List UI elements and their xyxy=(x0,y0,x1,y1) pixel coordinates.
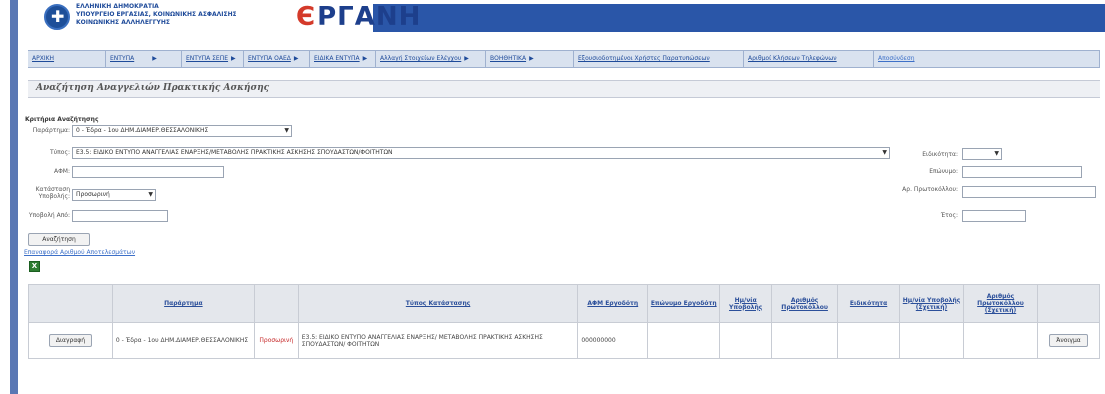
status-label: Κατάσταση Υποβολής: xyxy=(35,186,70,200)
specialty-select[interactable]: ▼ xyxy=(962,148,1002,160)
ergani-logo-text: ΡΓΑΝΗ xyxy=(317,2,422,32)
chevron-down-icon: ▼ xyxy=(284,127,289,134)
col-header-action xyxy=(28,284,113,323)
date-from-input[interactable] xyxy=(72,210,168,222)
open-button[interactable]: Άνοιγμα xyxy=(1049,334,1088,347)
surname-label: Επώνυμο: xyxy=(929,168,958,175)
menu-arrow-icon: ▶ xyxy=(362,55,368,62)
type-label: Τύπος: xyxy=(50,149,70,156)
chevron-down-icon: ▼ xyxy=(994,150,999,157)
delete-button[interactable]: Διαγραφή xyxy=(48,334,93,347)
menu-item-phone-numbers[interactable]: Αριθμοί Κλήσεων Τηλεφώνων xyxy=(744,51,874,67)
menu-arrow-icon: ▶ xyxy=(464,55,469,62)
menu-item-authorized-users[interactable]: Εξουσιοδοτημένοι Χρήστες Παρατυπώσεων xyxy=(574,51,744,67)
search-button[interactable]: Αναζήτηση xyxy=(28,233,90,246)
left-accent-bar xyxy=(10,0,18,394)
main-menu: ΑΡΧΙΚΗ ΕΝΤΥΠΑ ▶ ΕΝΤΥΠΑ ΣΕΠΕ ▶ ΕΝΤΥΠΑ ΟΑΕΔ ▶… xyxy=(28,50,1100,68)
cell-date xyxy=(719,322,773,359)
results-table: Παράρτημα Τύπος Κατάστασης ΑΦΜ Εργοδότη … xyxy=(28,284,1101,359)
ministry-line: ΕΛΛΗΝΙΚΗ ΔΗΜΟΚΡΑΤΙΑ xyxy=(76,3,159,10)
date-from-label: Υποβολή Από: xyxy=(28,212,70,219)
menu-item-control-data[interactable]: Αλλαγή Στοιχείων Ελέγχου ▶ xyxy=(376,51,486,67)
cell-employer xyxy=(647,322,721,359)
cell-afm: 000000000 xyxy=(577,322,649,359)
branch-select[interactable]: 0 - Έδρα - 1ου ΔΗΜ.ΔΙΑΜΕΡ.ΘΕΣΣΑΛΟΝΙΚΗΣ ▼ xyxy=(72,125,292,137)
cell-protocol xyxy=(771,322,839,359)
cell-open: Άνοιγμα xyxy=(1036,322,1101,359)
header-band xyxy=(373,4,1105,32)
ergani-logo-mark: Є xyxy=(296,2,316,32)
col-header-status xyxy=(253,284,299,323)
menu-item-logout[interactable]: Αποσύνδεση xyxy=(874,51,1100,67)
chevron-down-icon: ▼ xyxy=(882,149,887,156)
menu-arrow-icon: ▶ xyxy=(529,55,534,62)
reset-results-link[interactable]: Επαναφορά Αριθμού Αποτελεσμάτων xyxy=(24,249,135,256)
menu-arrow-icon: ▶ xyxy=(152,55,157,62)
col-header-date[interactable]: Ημ/νία Υποβολής xyxy=(719,284,773,323)
branch-label: Παράρτημα: xyxy=(32,127,70,134)
col-header-rel-date[interactable]: Ημ/νία Υποβολής (Σχετική) xyxy=(899,284,964,323)
excel-export-icon[interactable]: X xyxy=(29,261,40,272)
ergani-logo: Є ΡΓΑΝΗ xyxy=(296,2,421,32)
protocol-label: Αρ. Πρωτοκόλλου: xyxy=(902,186,958,193)
year-label: Έτος: xyxy=(940,212,958,219)
header: ΕΛΛΗΝΙΚΗ ΔΗΜΟΚΡΑΤΙΑ ΥΠΟΥΡΓΕΙΟ ΕΡΓΑΣΙΑΣ, … xyxy=(18,0,1105,38)
surname-input[interactable] xyxy=(962,166,1082,178)
menu-arrow-icon: ▶ xyxy=(231,55,236,62)
cell-status: Προσωρινή xyxy=(253,322,299,359)
criteria-heading: Κριτήρια Αναζήτησης xyxy=(25,116,99,123)
ministry-emblem-icon xyxy=(44,4,70,30)
menu-arrow-icon: ▶ xyxy=(293,55,299,62)
page-title-bar: Αναζήτηση Αναγγελιών Πρακτικής Ασκήσης xyxy=(28,80,1100,98)
menu-item-sepe-forms[interactable]: ΕΝΤΥΠΑ ΣΕΠΕ ▶ xyxy=(182,51,244,67)
ministry-line: ΚΟΙΝΩΝΙΚΗΣ ΑΛΛΗΛΕΓΓΥΗΣ xyxy=(76,19,171,26)
col-header-rel-protocol[interactable]: Αριθμός Πρωτοκόλλου (Σχετική) xyxy=(963,284,1038,323)
table-header-row: Παράρτημα Τύπος Κατάστασης ΑΦΜ Εργοδότη … xyxy=(28,284,1101,323)
col-header-branch[interactable]: Παράρτημα xyxy=(111,284,255,323)
col-header-protocol[interactable]: Αριθμός Πρωτοκόλλου xyxy=(771,284,839,323)
menu-item-home[interactable]: ΑΡΧΙΚΗ xyxy=(28,51,106,67)
ministry-name: ΕΛΛΗΝΙΚΗ ΔΗΜΟΚΡΑΤΙΑ ΥΠΟΥΡΓΕΙΟ ΕΡΓΑΣΙΑΣ, … xyxy=(76,3,236,27)
menu-item-oaed-forms[interactable]: ΕΝΤΥΠΑ ΟΑΕΔ ▶ xyxy=(244,51,310,67)
afm-label: ΑΦΜ: xyxy=(53,168,70,175)
cell-type: Ε3.5: ΕΙΔΙΚΟ ΕΝΤΥΠΟ ΑΝΑΓΓΕΛΙΑΣ ΕΝΑΡΞΗΣ/ … xyxy=(297,322,579,359)
cell-action: Διαγραφή xyxy=(28,322,113,359)
col-header-type[interactable]: Τύπος Κατάστασης xyxy=(297,284,579,323)
col-header-specialty[interactable]: Ειδικότητα xyxy=(837,284,901,323)
cell-branch: 0 - Έδρα - 1ου ΔΗΜ.ΔΙΑΜΕΡ.ΘΕΣΣΑΛΟΝΙΚΗΣ xyxy=(111,322,255,359)
ministry-line: ΥΠΟΥΡΓΕΙΟ ΕΡΓΑΣΙΑΣ, ΚΟΙΝΩΝΙΚΗΣ ΑΣΦΑΛΙΣΗΣ… xyxy=(76,11,236,18)
status-select[interactable]: Προσωρινή ▼ xyxy=(72,189,156,201)
afm-input[interactable] xyxy=(72,166,224,178)
cell-rel-protocol xyxy=(963,322,1038,359)
page-title: Αναζήτηση Αναγγελιών Πρακτικής Ασκήσης xyxy=(36,83,270,93)
cell-specialty xyxy=(837,322,901,359)
col-header-open xyxy=(1036,284,1101,323)
menu-item-special-forms[interactable]: ΕΙΔΙΚΑ ΕΝΤΥΠΑ ▶ xyxy=(310,51,376,67)
chevron-down-icon: ▼ xyxy=(148,191,153,198)
protocol-input[interactable] xyxy=(962,186,1096,198)
table-row: Διαγραφή 0 - Έδρα - 1ου ΔΗΜ.ΔΙΑΜΕΡ.ΘΕΣΣΑ… xyxy=(28,322,1101,359)
col-header-employer[interactable]: Επώνυμο Εργοδότη xyxy=(647,284,721,323)
menu-item-forms[interactable]: ΕΝΤΥΠΑ ▶ xyxy=(106,51,182,67)
page-frame: ΕΛΛΗΝΙΚΗ ΔΗΜΟΚΡΑΤΙΑ ΥΠΟΥΡΓΕΙΟ ΕΡΓΑΣΙΑΣ, … xyxy=(0,0,1105,394)
year-input[interactable] xyxy=(962,210,1026,222)
specialty-label: Ειδικότητα: xyxy=(922,151,958,158)
menu-item-auxiliary[interactable]: ΒΟΗΘΗΤΙΚΑ ▶ xyxy=(486,51,574,67)
left-rail xyxy=(0,0,10,394)
type-select[interactable]: Ε3.5: ΕΙΔΙΚΟ ΕΝΤΥΠΟ ΑΝΑΓΓΕΛΙΑΣ ΕΝΑΡΞΗΣ/Μ… xyxy=(72,147,890,159)
col-header-afm[interactable]: ΑΦΜ Εργοδότη xyxy=(577,284,649,323)
cell-rel-date xyxy=(899,322,964,359)
